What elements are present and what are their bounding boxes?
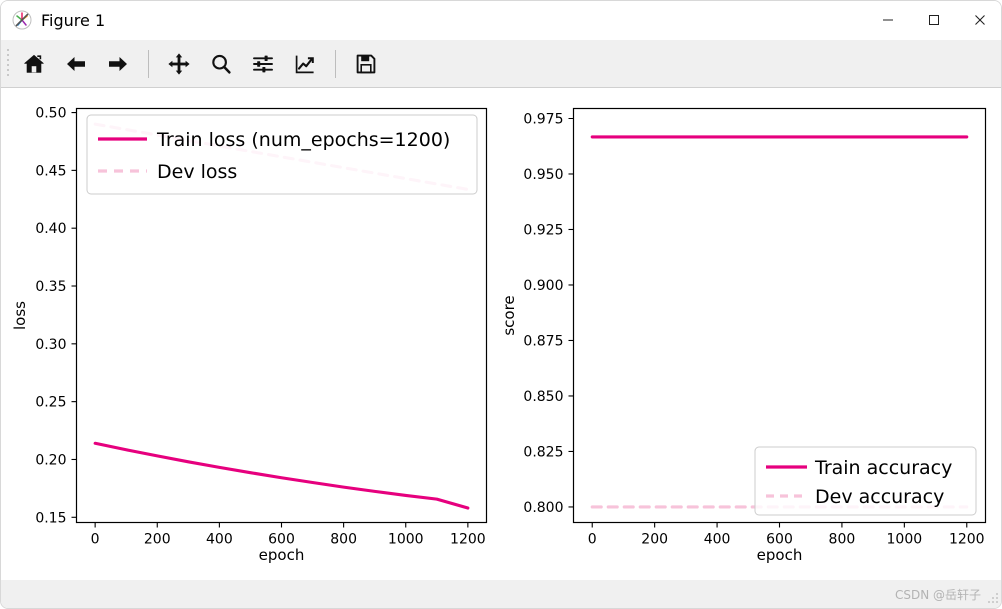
y-tick-label: 0.875	[523, 333, 563, 349]
y-tick-label: 0.15	[35, 510, 66, 526]
toolbar-separator-1	[148, 49, 149, 78]
back-button[interactable]	[55, 44, 97, 84]
y-tick-label: 0.800	[523, 500, 563, 516]
loss-legend-label-dev: Dev loss	[157, 161, 237, 183]
toolbar-separator-2	[335, 49, 336, 78]
zoom-magnifier-icon	[212, 54, 231, 74]
save-button[interactable]	[345, 44, 387, 84]
configure-subplots-sliders-icon	[253, 55, 273, 72]
navigation-toolbar	[1, 40, 1001, 88]
home-button[interactable]	[13, 44, 55, 84]
loss-legend-box	[86, 114, 478, 195]
csdn-watermark: CSDN @岳轩子	[894, 587, 981, 602]
y-tick-label: 0.25	[35, 395, 66, 411]
back-arrow-icon	[67, 56, 85, 71]
forward-button[interactable]	[97, 44, 139, 84]
configure-subplots-button[interactable]	[242, 44, 284, 84]
x-tick-label: 800	[829, 532, 856, 548]
edit-axis-button[interactable]	[284, 44, 326, 84]
x-tick-label: 200	[641, 532, 668, 548]
forward-arrow-icon	[109, 56, 127, 71]
title-bar: Figure 1	[1, 1, 1001, 40]
window-controls	[865, 1, 1001, 40]
save-floppy-icon	[356, 54, 376, 73]
score-legend-label-dev: Dev accuracy	[815, 486, 944, 508]
pan-move-icon	[168, 52, 190, 75]
score-plot-ylabel: score	[500, 295, 518, 335]
close-icon	[975, 15, 985, 25]
y-tick-label: 0.900	[523, 278, 563, 294]
zoom-button[interactable]	[200, 44, 242, 84]
toolbar-drag-grip[interactable]	[4, 47, 13, 81]
y-tick-label: 0.40	[35, 221, 66, 237]
maximize-icon	[929, 15, 939, 25]
x-tick-label: 200	[144, 532, 171, 548]
loss-plot-xlabel: epoch	[259, 546, 305, 564]
x-tick-label: 1000	[887, 532, 923, 548]
x-tick-label: 800	[330, 532, 357, 548]
minimize-button[interactable]	[865, 1, 911, 40]
score-legend-label-train: Train accuracy	[814, 457, 952, 479]
close-button[interactable]	[957, 1, 1001, 40]
y-tick-label: 0.50	[35, 106, 66, 122]
matplotlib-figure: 0 200 400 600 800 1000 12000.150.200.250.300.3…	[1, 89, 1001, 582]
x-tick-label: 1200	[450, 532, 486, 548]
maximize-button[interactable]	[911, 1, 957, 40]
y-tick-label: 0.950	[523, 167, 563, 183]
y-tick-label: 0.30	[35, 337, 66, 353]
x-tick-label: 400	[206, 532, 233, 548]
home-icon	[24, 54, 44, 73]
pan-button[interactable]	[158, 44, 200, 84]
x-tick-label: 0	[91, 532, 100, 548]
x-tick-label: 0	[588, 532, 597, 548]
y-tick-label: 0.925	[523, 222, 563, 238]
loss-plot-ylabel: loss	[11, 301, 29, 330]
y-tick-label: 0.850	[523, 389, 563, 405]
loss-plot-legend[interactable]: Train loss (num_epochs=1200) Dev loss	[86, 114, 478, 195]
y-tick-label: 0.825	[523, 444, 563, 460]
score-plot-legend[interactable]: Train accuracy Dev accuracy	[754, 446, 977, 516]
loss-legend-label-train: Train loss (num_epochs=1200)	[156, 129, 450, 151]
x-tick-label: 1000	[388, 532, 424, 548]
y-tick-label: 0.45	[35, 163, 66, 179]
y-tick-label: 0.20	[35, 452, 66, 468]
y-tick-label: 0.975	[523, 111, 563, 127]
y-tick-label: 0.35	[35, 279, 66, 295]
matplotlib-logo-icon	[12, 10, 32, 30]
status-bar: CSDN @岳轩子	[1, 580, 1001, 608]
window-title: Figure 1	[41, 10, 106, 30]
x-tick-label: 400	[704, 532, 731, 548]
resize-grip-icon[interactable]	[987, 592, 999, 604]
x-tick-label: 1200	[949, 532, 985, 548]
figure-window: Figure 1 0 200 400 600 800 1000 1200 0.1…	[0, 0, 1002, 609]
edit-axis-curve-icon	[295, 55, 314, 73]
score-plot-xlabel: epoch	[757, 546, 803, 564]
figure-canvas[interactable]: 0 200 400 600 800 1000 1200 0.15 0.20 0.25 0.30 0.3…	[1, 89, 1001, 582]
minimize-icon	[883, 19, 893, 21]
